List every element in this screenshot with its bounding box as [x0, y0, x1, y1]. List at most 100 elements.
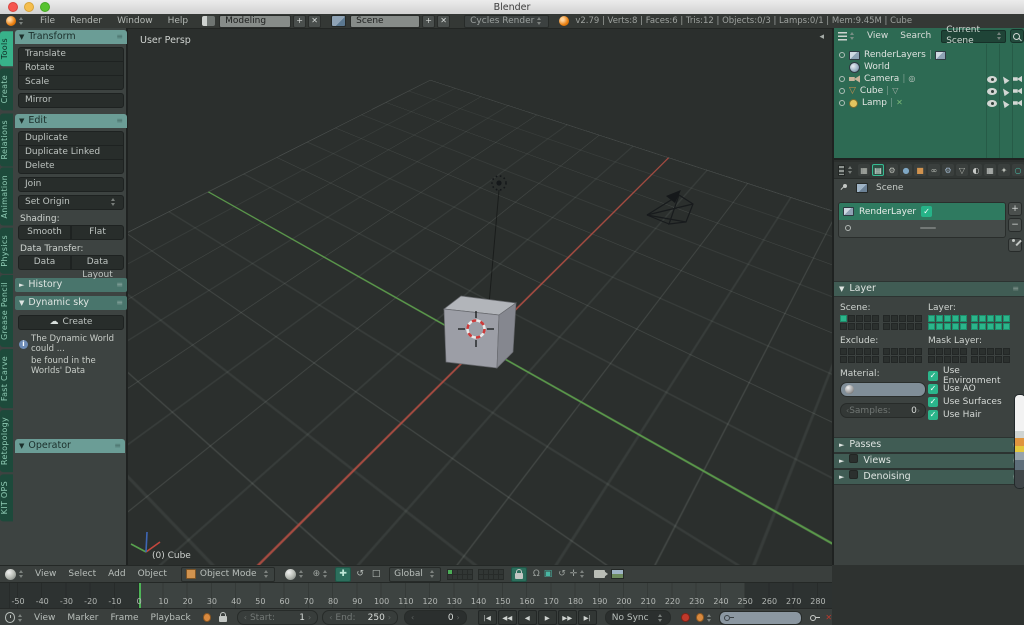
renderable-camera-icon[interactable]: [1013, 76, 1022, 83]
visibility-eye-icon[interactable]: [987, 76, 997, 83]
snap-element-icon[interactable]: ▣: [544, 569, 553, 579]
layer-cell[interactable]: [856, 348, 863, 355]
checkbox-checked-icon[interactable]: ✓: [928, 397, 938, 407]
dynamic-sky-panel-header[interactable]: ▼ Dynamic sky ≡: [15, 296, 127, 310]
opengl-render-icon[interactable]: [594, 570, 605, 578]
renderable-camera-icon[interactable]: [1013, 88, 1022, 95]
layer-cell[interactable]: [987, 356, 994, 363]
timeline-menu-frame[interactable]: Frame: [110, 613, 138, 623]
visibility-eye-icon[interactable]: [987, 88, 997, 95]
layer-panel-header[interactable]: ▼ Layer ≡: [834, 281, 1024, 297]
layer-cell[interactable]: [979, 348, 986, 355]
jump-start-button[interactable]: |◀: [478, 610, 497, 625]
layer-cell[interactable]: [840, 323, 847, 330]
outliner-item-cube[interactable]: ▽ Cube | ▽: [834, 85, 1024, 97]
scene-name-field[interactable]: Scene: [350, 15, 420, 28]
play-reverse-button[interactable]: ◀: [518, 610, 537, 625]
layer-cell[interactable]: [883, 315, 890, 322]
layer-cell[interactable]: [936, 348, 943, 355]
layer-cell[interactable]: [936, 315, 943, 322]
layer-cell[interactable]: [944, 315, 951, 322]
timeline-menu-view[interactable]: View: [34, 613, 55, 623]
play-button[interactable]: ▶: [538, 610, 557, 625]
properties-tab-scene[interactable]: ⚙: [886, 164, 898, 176]
shade-smooth-button[interactable]: Smooth: [18, 225, 71, 240]
renderable-camera-icon[interactable]: [1013, 100, 1022, 107]
layer-cell[interactable]: [899, 348, 906, 355]
layer-cell[interactable]: [944, 323, 951, 330]
delete-scene-button[interactable]: ✕: [437, 15, 450, 28]
proportional-edit-icon[interactable]: ↺: [558, 569, 566, 579]
outliner-search-button[interactable]: [1010, 29, 1024, 43]
layer-cell[interactable]: [928, 323, 935, 330]
list-resize-grip[interactable]: [920, 227, 936, 229]
layer-cell[interactable]: [936, 356, 943, 363]
layer-cell[interactable]: [971, 323, 978, 330]
properties-tab-render-layers[interactable]: ▤: [872, 164, 884, 176]
layer-cell[interactable]: [971, 315, 978, 322]
properties-editor-icon[interactable]: [838, 165, 845, 176]
opengl-render-anim-icon[interactable]: [611, 569, 624, 579]
material-override-field[interactable]: [840, 382, 926, 397]
layer-cell[interactable]: [856, 323, 863, 330]
scene-browse-icon[interactable]: [331, 15, 346, 27]
layer-cell[interactable]: [928, 356, 935, 363]
outliner-item-lamp[interactable]: Lamp | ✕: [834, 97, 1024, 109]
layer-cell[interactable]: [848, 315, 855, 322]
properties-tab-particles[interactable]: ✦: [998, 164, 1010, 176]
viewport-shading-icon[interactable]: [285, 569, 296, 580]
layer-cell[interactable]: [899, 356, 906, 363]
active-keying-set-field[interactable]: [719, 611, 802, 625]
keying-set-button[interactable]: [696, 613, 705, 622]
layer-cell[interactable]: [979, 315, 986, 322]
layer-cell[interactable]: [1003, 315, 1010, 322]
current-frame-field[interactable]: ‹ 0 ›: [404, 610, 467, 625]
viewport-layers-grid[interactable]: [447, 569, 472, 579]
pin-icon[interactable]: [840, 184, 848, 192]
layer-cell[interactable]: [840, 356, 847, 363]
views-panel-header[interactable]: ► Views ≡: [834, 453, 1024, 469]
layer-cell[interactable]: [944, 356, 951, 363]
samples-field[interactable]: ‹ Samples: 0 ›: [840, 403, 926, 418]
cube-object[interactable]: [444, 296, 516, 368]
use-environment-row[interactable]: ✓ Use Environment: [928, 371, 1020, 381]
translate-button[interactable]: Translate: [18, 47, 124, 62]
editor-spinner-icon[interactable]: [18, 16, 25, 26]
layer-cell[interactable]: [864, 356, 871, 363]
layer-cell[interactable]: [883, 356, 890, 363]
viewport-menu-object[interactable]: Object: [138, 569, 167, 579]
checkbox-checked-icon[interactable]: ✓: [928, 410, 938, 420]
lamp-object[interactable]: [492, 176, 506, 190]
layer-cell[interactable]: [848, 356, 855, 363]
layer-cell[interactable]: [987, 348, 994, 355]
layer-cell[interactable]: [960, 315, 967, 322]
toolshelf-tab-tools[interactable]: Tools: [0, 31, 13, 66]
layer-cell[interactable]: [864, 323, 871, 330]
layer-cell[interactable]: [960, 323, 967, 330]
outliner-editor-icon[interactable]: [838, 32, 847, 41]
manipulator-toggle-icon[interactable]: ✛: [570, 569, 578, 579]
layer-cell[interactable]: [883, 348, 890, 355]
views-checkbox[interactable]: [849, 454, 858, 463]
remove-render-layer-button[interactable]: −: [1008, 218, 1022, 232]
layer-cell[interactable]: [864, 348, 871, 355]
operator-panel-header[interactable]: ▼ Operator ≡: [15, 439, 125, 453]
layer-cell[interactable]: [915, 348, 922, 355]
snap-magnet-icon[interactable]: Ω: [533, 569, 540, 579]
layer-cell[interactable]: [872, 356, 879, 363]
layer-cell[interactable]: [979, 356, 986, 363]
properties-tab-material[interactable]: ◐: [970, 164, 982, 176]
shading-spinner-icon[interactable]: [298, 569, 305, 579]
layer-cell[interactable]: [979, 323, 986, 330]
record-keying-button[interactable]: [681, 613, 690, 622]
layer-cell[interactable]: [856, 356, 863, 363]
sync-dropdown[interactable]: No Sync: [605, 610, 671, 625]
data-transfer-data-button[interactable]: Data: [18, 255, 71, 270]
layer-cell[interactable]: [952, 315, 959, 322]
edit-panel-header[interactable]: ▼ Edit ≡: [15, 114, 127, 128]
passes-panel-header[interactable]: ► Passes ≡: [834, 437, 1024, 453]
shade-flat-button[interactable]: Flat: [71, 225, 124, 240]
layer-cell[interactable]: [883, 323, 890, 330]
eyedropper-button[interactable]: [1008, 238, 1022, 252]
keying-spinner-icon[interactable]: [706, 613, 713, 623]
